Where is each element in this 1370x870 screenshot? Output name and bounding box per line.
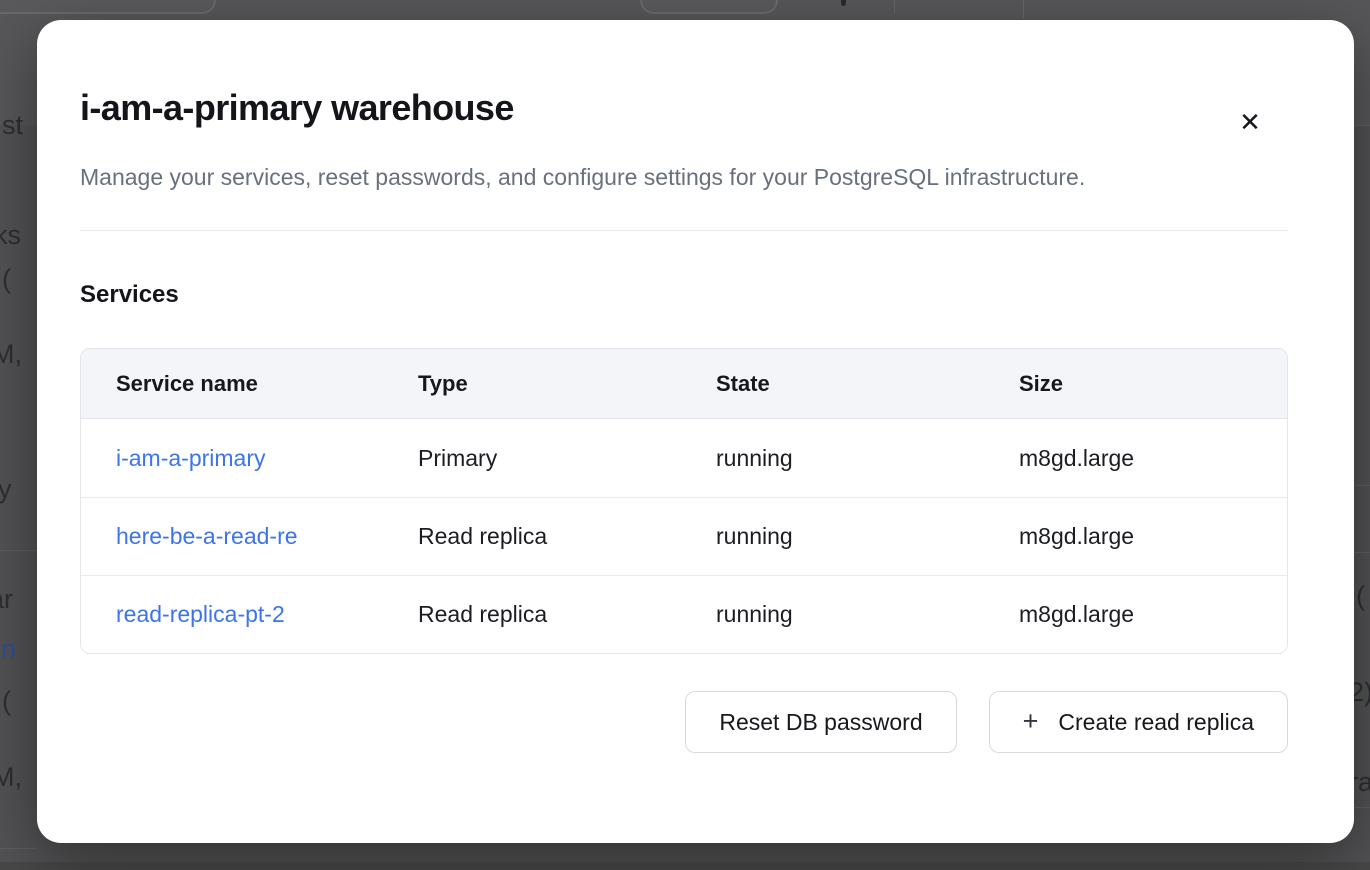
service-name-link[interactable]: i-am-a-primary [116, 445, 353, 472]
bg-rule [1354, 125, 1370, 126]
service-size: m8gd.large [984, 523, 1287, 550]
column-header-size: Size [984, 371, 1287, 397]
bg-rule [0, 550, 37, 551]
bg-text-fragment: ar [0, 586, 13, 613]
bg-text-fragment: ( [2, 688, 11, 715]
table-header-row: Service name Type State Size [81, 349, 1287, 419]
service-state: running [681, 445, 984, 472]
dialog-description: Manage your services, reset passwords, a… [80, 156, 1120, 198]
bg-topbar-divider [1023, 0, 1024, 18]
services-table: Service name Type State Size i-am-a-prim… [80, 348, 1288, 654]
bg-link-fragment: in [0, 636, 16, 663]
bg-rule [1354, 552, 1370, 553]
services-heading: Services [80, 280, 1354, 310]
bg-text-fragment: y [0, 476, 12, 503]
bg-text-fragment: ( [1356, 583, 1365, 610]
bg-text-fragment: M, [0, 764, 22, 791]
bg-text-fragment: st [2, 112, 23, 139]
create-read-replica-button[interactable]: + Create read replica [989, 691, 1288, 753]
service-type: Primary [383, 445, 681, 472]
bg-rule [1354, 485, 1370, 486]
warehouse-dialog: ✕ i-am-a-primary warehouse Manage your s… [37, 20, 1354, 843]
bg-rule [1354, 807, 1370, 808]
column-header-type: Type [383, 371, 681, 397]
column-header-state: State [681, 371, 984, 397]
bg-topbar-divider [894, 0, 895, 13]
service-name-link[interactable]: here-be-a-read-re [116, 523, 353, 550]
service-name-link[interactable]: read-replica-pt-2 [116, 601, 353, 628]
column-header-service-name: Service name [81, 371, 383, 397]
table-row: here-be-a-read-re Read replica running m… [81, 497, 1287, 575]
plus-icon: + [1023, 708, 1039, 735]
dialog-actions: Reset DB password + Create read replica [80, 691, 1288, 753]
create-read-replica-label: Create read replica [1058, 709, 1254, 736]
divider [80, 230, 1288, 231]
service-state: running [681, 523, 984, 550]
service-size: m8gd.large [984, 445, 1287, 472]
bg-text-fragment: M, [0, 341, 22, 368]
table-row: i-am-a-primary Primary running m8gd.larg… [81, 419, 1287, 497]
service-type: Read replica [383, 601, 681, 628]
dialog-title: i-am-a-primary warehouse [80, 86, 1354, 130]
close-icon[interactable]: ✕ [1232, 104, 1268, 140]
bg-topbar-button-left [0, 0, 216, 14]
bg-topbar-dot [841, 0, 846, 6]
reset-db-password-button[interactable]: Reset DB password [685, 691, 956, 753]
bg-text-fragment: ks [0, 222, 21, 249]
service-type: Read replica [383, 523, 681, 550]
reset-db-password-label: Reset DB password [719, 709, 922, 736]
bg-bottom-band [0, 862, 1370, 870]
bg-text-fragment: ( [2, 266, 11, 293]
bg-topbar-button-right [640, 0, 778, 14]
bg-rule [0, 848, 37, 849]
service-state: running [681, 601, 984, 628]
table-row: read-replica-pt-2 Read replica running m… [81, 575, 1287, 653]
service-size: m8gd.large [984, 601, 1287, 628]
